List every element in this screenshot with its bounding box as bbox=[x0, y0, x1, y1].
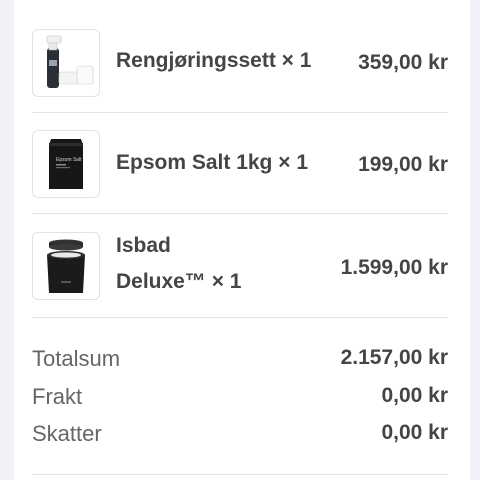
tax-value: 0,00 kr bbox=[381, 421, 448, 444]
item-name-line1: Isbad bbox=[116, 234, 171, 257]
item-price: 1.599,00 kr bbox=[340, 256, 448, 279]
shipping-value: 0,00 kr bbox=[381, 384, 448, 407]
item-name: Rengjøringssett × 1 bbox=[116, 49, 312, 72]
cart-item: Rengjøringssett × 1 359,00 kr bbox=[32, 0, 448, 113]
total-label: Totalsum bbox=[32, 346, 121, 371]
item-price: 199,00 kr bbox=[358, 153, 448, 176]
bag-label: Epsom Salt bbox=[56, 157, 82, 163]
total-value: 2.157,00 kr bbox=[340, 346, 448, 369]
total-row: Totalsum 2.157,00 kr bbox=[32, 346, 448, 376]
item-price: 359,00 kr bbox=[358, 51, 448, 74]
order-summary-card: Rengjøringssett × 1 359,00 kr Epsom Salt… bbox=[14, 0, 470, 480]
item-name-line2: Deluxe™ × 1 bbox=[116, 270, 242, 293]
shipping-row: Frakt 0,00 kr bbox=[32, 384, 448, 414]
item-name: Epsom Salt 1kg × 1 bbox=[116, 151, 308, 174]
divider bbox=[32, 474, 448, 475]
tax-row: Skatter 0,00 kr bbox=[32, 421, 448, 451]
shipping-label: Frakt bbox=[32, 384, 83, 409]
cleaning-kit-icon bbox=[32, 29, 100, 97]
tax-label: Skatter bbox=[32, 421, 102, 446]
ice-bath-tub-icon bbox=[32, 232, 100, 300]
cart-item: Epsom Salt Epsom Salt 1kg × 1 199,00 kr bbox=[32, 112, 448, 214]
cart-item: Isbad Deluxe™ × 1 1.599,00 kr bbox=[32, 213, 448, 318]
salt-bag-icon: Epsom Salt bbox=[32, 130, 100, 198]
